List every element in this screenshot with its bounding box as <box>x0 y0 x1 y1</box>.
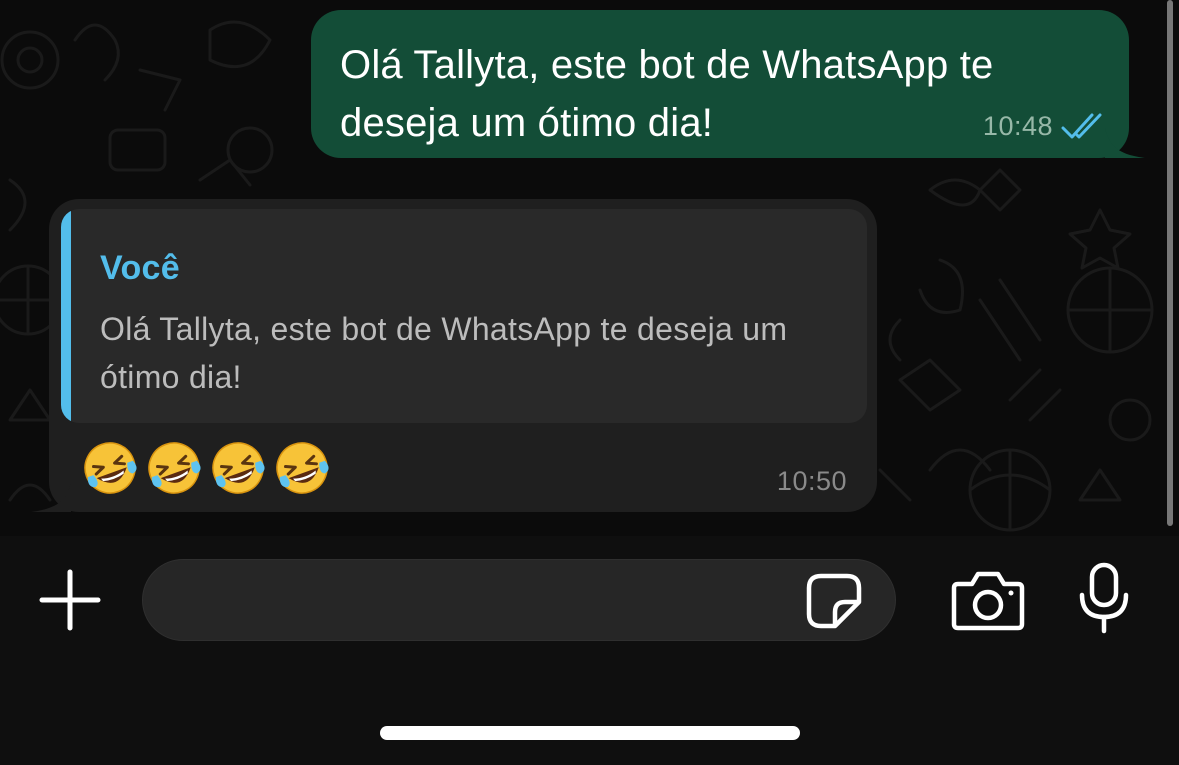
home-indicator[interactable] <box>380 726 800 740</box>
outgoing-bubble-tail <box>1105 128 1145 158</box>
chat-scrollbar[interactable] <box>1167 0 1173 526</box>
incoming-bubble-tail <box>31 482 71 512</box>
message-input-field[interactable] <box>142 559 896 641</box>
outgoing-message-bubble[interactable]: Olá Tallyta, este bot de WhatsApp te des… <box>311 10 1145 158</box>
quoted-message-author: Você <box>100 249 180 287</box>
rolling-on-floor-laughing-emoji <box>212 442 265 494</box>
whatsapp-chat-screen: Olá Tallyta, este bot de WhatsApp te des… <box>0 0 1179 765</box>
message-input[interactable] <box>173 560 793 640</box>
outgoing-message-meta: 10:48 <box>983 111 1103 142</box>
quoted-message[interactable]: Você Olá Tallyta, este bot de WhatsApp t… <box>61 209 867 423</box>
quoted-message-text: Olá Tallyta, este bot de WhatsApp te des… <box>100 311 788 395</box>
outgoing-message-time: 10:48 <box>982 111 1053 141</box>
rolling-on-floor-laughing-emoji <box>148 442 201 494</box>
incoming-message-time: 10:50 <box>776 466 847 496</box>
incoming-message-bubble[interactable]: Você Olá Tallyta, este bot de WhatsApp t… <box>31 199 877 512</box>
camera-icon[interactable] <box>950 570 1026 632</box>
sticker-icon[interactable] <box>805 572 863 630</box>
quote-accent-bar <box>61 209 71 423</box>
chat-area[interactable]: Olá Tallyta, este bot de WhatsApp te des… <box>0 0 1179 536</box>
rolling-on-floor-laughing-emoji <box>84 442 137 494</box>
rolling-on-floor-laughing-emoji <box>276 442 329 494</box>
plus-icon[interactable] <box>38 568 102 632</box>
double-check-read-icon <box>1061 113 1102 138</box>
microphone-icon[interactable] <box>1077 562 1131 634</box>
emoji-row <box>81 439 331 497</box>
